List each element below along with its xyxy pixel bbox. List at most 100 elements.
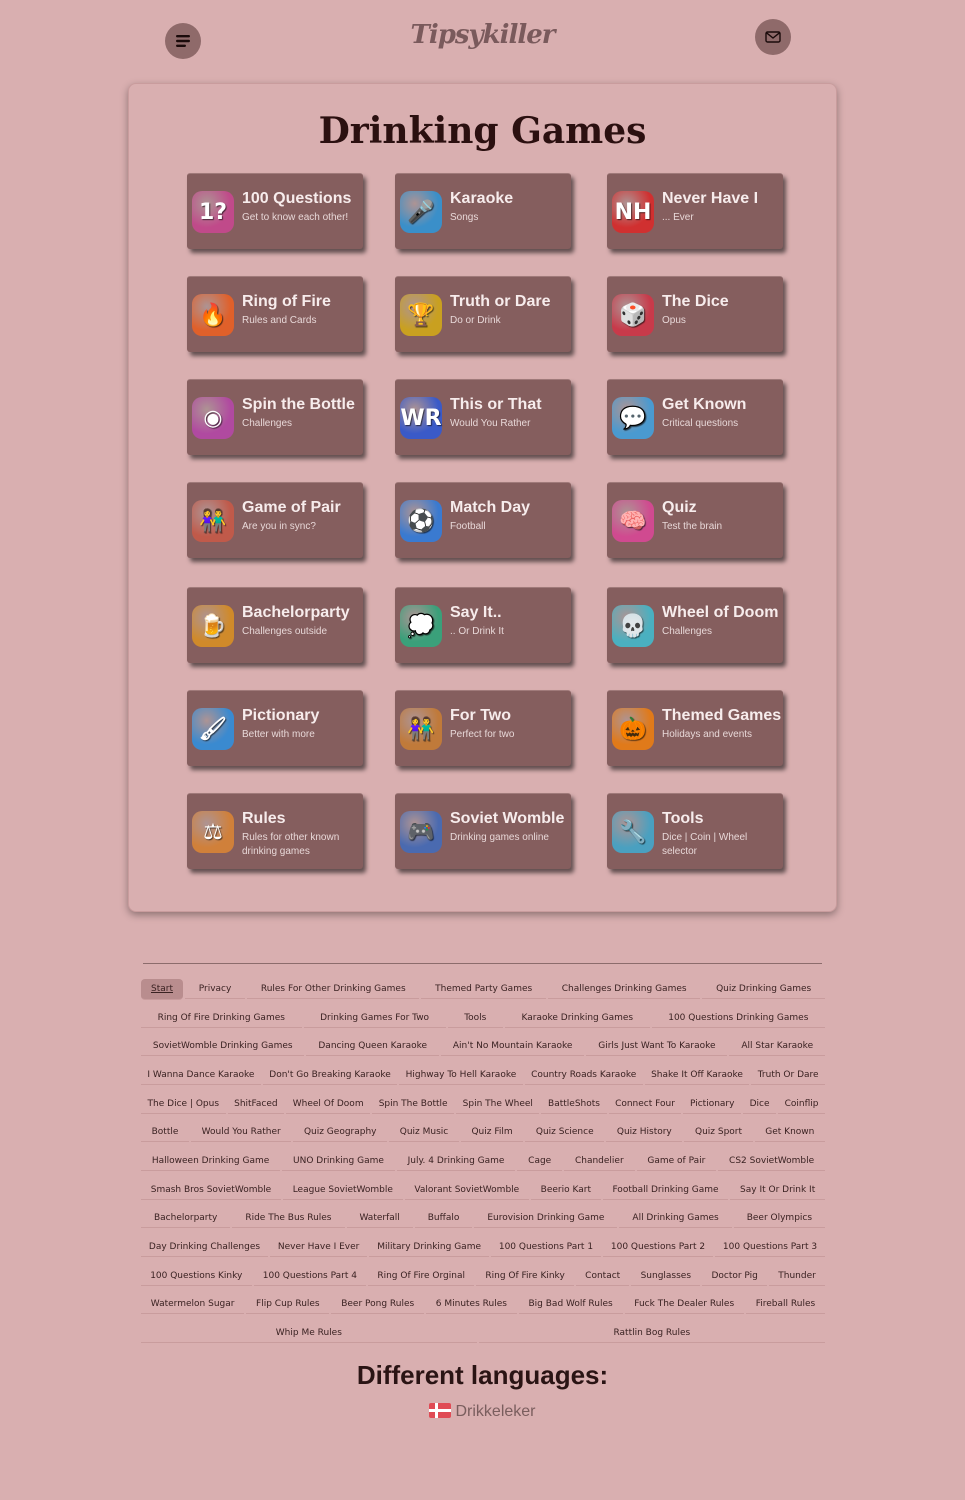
- footer-link[interactable]: Ring Of Fire Drinking Games: [141, 1009, 302, 1028]
- footer-link[interactable]: Tools: [447, 1009, 503, 1028]
- footer-link[interactable]: Pictionary: [683, 1095, 742, 1114]
- footer-link[interactable]: Shake It Off Karaoke: [644, 1066, 750, 1085]
- footer-link[interactable]: 100 Questions Part 3: [715, 1238, 826, 1258]
- footer-link[interactable]: Ride The Bus Rules: [232, 1209, 345, 1229]
- footer-link[interactable]: 100 Questions Part 2: [602, 1238, 713, 1258]
- footer-link[interactable]: Fireball Rules: [745, 1295, 825, 1315]
- footer-link[interactable]: The Dice | Opus: [141, 1095, 226, 1114]
- footer-link[interactable]: Day Drinking Challenges: [141, 1238, 268, 1258]
- footer-link[interactable]: Rattlin Bog Rules: [478, 1324, 826, 1344]
- game-tile[interactable]: 👫 Game of Pair Are you in sync?: [187, 482, 363, 558]
- footer-link[interactable]: Truth Or Dare: [751, 1066, 825, 1085]
- footer-link[interactable]: Flip Cup Rules: [246, 1295, 330, 1315]
- game-tile[interactable]: 🏆 Truth or Dare Do or Drink: [395, 276, 571, 352]
- footer-link[interactable]: Chandelier: [564, 1152, 635, 1171]
- footer-link[interactable]: 100 Questions Kinky: [141, 1267, 252, 1286]
- footer-link[interactable]: Themed Party Games: [421, 980, 546, 999]
- footer-link[interactable]: 100 Questions Drinking Games: [651, 1009, 825, 1028]
- footer-link[interactable]: Bottle: [141, 1123, 190, 1143]
- game-tile[interactable]: 💭 Say It.. .. Or Drink It: [395, 587, 571, 663]
- footer-link[interactable]: Quiz Science: [525, 1123, 605, 1143]
- footer-link[interactable]: Quiz Drinking Games: [702, 980, 825, 999]
- language-link-norwegian[interactable]: Drikkeleker: [0, 1403, 965, 1421]
- footer-link[interactable]: Big Bad Wolf Rules: [518, 1295, 623, 1315]
- footer-link[interactable]: 100 Questions Part 1: [490, 1238, 601, 1258]
- footer-link[interactable]: Valorant SovietWomble: [404, 1181, 529, 1200]
- footer-link[interactable]: Coinflip: [778, 1095, 826, 1114]
- footer-link[interactable]: Beerio Kart: [530, 1181, 601, 1200]
- footer-link[interactable]: Say It Or Drink It: [730, 1181, 825, 1200]
- game-tile[interactable]: 💀 Wheel of Doom Challenges: [607, 587, 783, 663]
- footer-link[interactable]: Military Drinking Game: [369, 1238, 489, 1258]
- game-tile[interactable]: 💬 Get Known Critical questions: [607, 379, 783, 455]
- game-tile[interactable]: 🎤 Karaoke Songs: [395, 173, 571, 249]
- game-tile[interactable]: ⚽ Match Day Football: [395, 482, 571, 558]
- footer-link[interactable]: Privacy: [185, 980, 246, 999]
- footer-link[interactable]: Quiz Film: [460, 1123, 524, 1143]
- game-tile[interactable]: 🖌 Pictionary Better with more: [187, 690, 363, 766]
- footer-link[interactable]: 100 Questions Part 4: [253, 1267, 367, 1286]
- game-tile[interactable]: ◉ Spin the Bottle Challenges: [187, 379, 363, 455]
- footer-link[interactable]: Sunglasses: [631, 1267, 701, 1286]
- footer-link[interactable]: UNO Drinking Game: [282, 1152, 395, 1171]
- footer-link[interactable]: Would You Rather: [191, 1123, 292, 1143]
- footer-link[interactable]: SovietWomble Drinking Games: [141, 1037, 305, 1057]
- footer-link[interactable]: Football Drinking Game: [602, 1181, 729, 1200]
- footer-link[interactable]: Quiz History: [606, 1123, 683, 1143]
- footer-link[interactable]: Quiz Music: [389, 1123, 459, 1143]
- footer-link[interactable]: Game of Pair: [636, 1152, 717, 1171]
- game-tile[interactable]: 👫 For Two Perfect for two: [395, 690, 571, 766]
- footer-link[interactable]: Cage: [517, 1152, 563, 1171]
- game-tile[interactable]: 1? 100 Questions Get to know each other!: [187, 173, 363, 249]
- footer-link[interactable]: Spin The Bottle: [372, 1095, 455, 1114]
- game-tile[interactable]: 🔥 Ring of Fire Rules and Cards: [187, 276, 363, 352]
- footer-link[interactable]: Doctor Pig: [702, 1267, 768, 1286]
- footer-link[interactable]: ShitFaced: [227, 1095, 285, 1114]
- footer-link[interactable]: Quiz Sport: [684, 1123, 753, 1143]
- game-tile[interactable]: 🎲 The Dice Opus: [607, 276, 783, 352]
- footer-link[interactable]: Eurovision Drinking Game: [474, 1209, 618, 1229]
- footer-link[interactable]: Quiz Geography: [293, 1123, 388, 1143]
- site-logo[interactable]: Tipsykiller: [0, 20, 965, 50]
- footer-link[interactable]: Start: [141, 978, 183, 1000]
- footer-link[interactable]: All Star Karaoke: [729, 1037, 826, 1057]
- footer-link[interactable]: Watermelon Sugar: [141, 1295, 245, 1315]
- game-tile[interactable]: 🍺 Bachelorparty Challenges outside: [187, 587, 363, 663]
- footer-link[interactable]: Beer Olympics: [733, 1209, 826, 1229]
- footer-link[interactable]: Bachelorparty: [141, 1209, 231, 1229]
- footer-link[interactable]: Highway To Hell Karaoke: [399, 1066, 523, 1085]
- footer-link[interactable]: Ain't No Mountain Karaoke: [441, 1037, 585, 1057]
- footer-link[interactable]: Girls Just Want To Karaoke: [586, 1037, 728, 1057]
- footer-link[interactable]: Waterfall: [346, 1209, 413, 1229]
- footer-link[interactable]: July. 4 Drinking Game: [396, 1152, 516, 1171]
- game-tile[interactable]: WR This or That Would You Rather: [395, 379, 571, 455]
- footer-link[interactable]: Fuck The Dealer Rules: [624, 1295, 744, 1315]
- footer-link[interactable]: Spin The Wheel: [456, 1095, 540, 1114]
- footer-link[interactable]: Whip Me Rules: [141, 1324, 477, 1344]
- footer-link[interactable]: Connect Four: [608, 1095, 682, 1114]
- game-tile[interactable]: 🎮 Soviet Womble Drinking games online: [395, 793, 571, 869]
- game-tile[interactable]: 🔧 Tools Dice | Coin | Wheel selector: [607, 793, 783, 869]
- footer-link[interactable]: Buffalo: [414, 1209, 473, 1229]
- footer-link[interactable]: Country Roads Karaoke: [524, 1066, 643, 1085]
- footer-link[interactable]: Thunder: [769, 1267, 826, 1286]
- footer-link[interactable]: Dancing Queen Karaoke: [306, 1037, 439, 1057]
- footer-link[interactable]: All Drinking Games: [619, 1209, 732, 1229]
- contact-button[interactable]: [755, 19, 791, 55]
- footer-link[interactable]: CS2 SovietWomble: [718, 1152, 825, 1171]
- game-tile[interactable]: ⚖ Rules Rules for other known drinking gam…: [187, 793, 363, 869]
- game-tile[interactable]: 🧠 Quiz Test the brain: [607, 482, 783, 558]
- footer-link[interactable]: Dice: [743, 1095, 777, 1114]
- footer-link[interactable]: Wheel Of Doom: [286, 1095, 371, 1114]
- footer-link[interactable]: Don't Go Breaking Karaoke: [262, 1066, 398, 1085]
- footer-link[interactable]: Ring Of Fire Kinky: [476, 1267, 574, 1286]
- footer-link[interactable]: Contact: [575, 1267, 630, 1286]
- footer-link[interactable]: Challenges Drinking Games: [547, 980, 701, 999]
- footer-link[interactable]: League SovietWomble: [282, 1181, 403, 1200]
- footer-link[interactable]: I Wanna Dance Karaoke: [141, 1066, 261, 1085]
- footer-link[interactable]: Get Known: [754, 1123, 825, 1143]
- footer-link[interactable]: Drinking Games For Two: [303, 1009, 446, 1028]
- game-tile[interactable]: 🎃 Themed Games Holidays and events: [607, 690, 783, 766]
- footer-link[interactable]: BattleShots: [541, 1095, 607, 1114]
- footer-link[interactable]: Karaoke Drinking Games: [504, 1009, 650, 1028]
